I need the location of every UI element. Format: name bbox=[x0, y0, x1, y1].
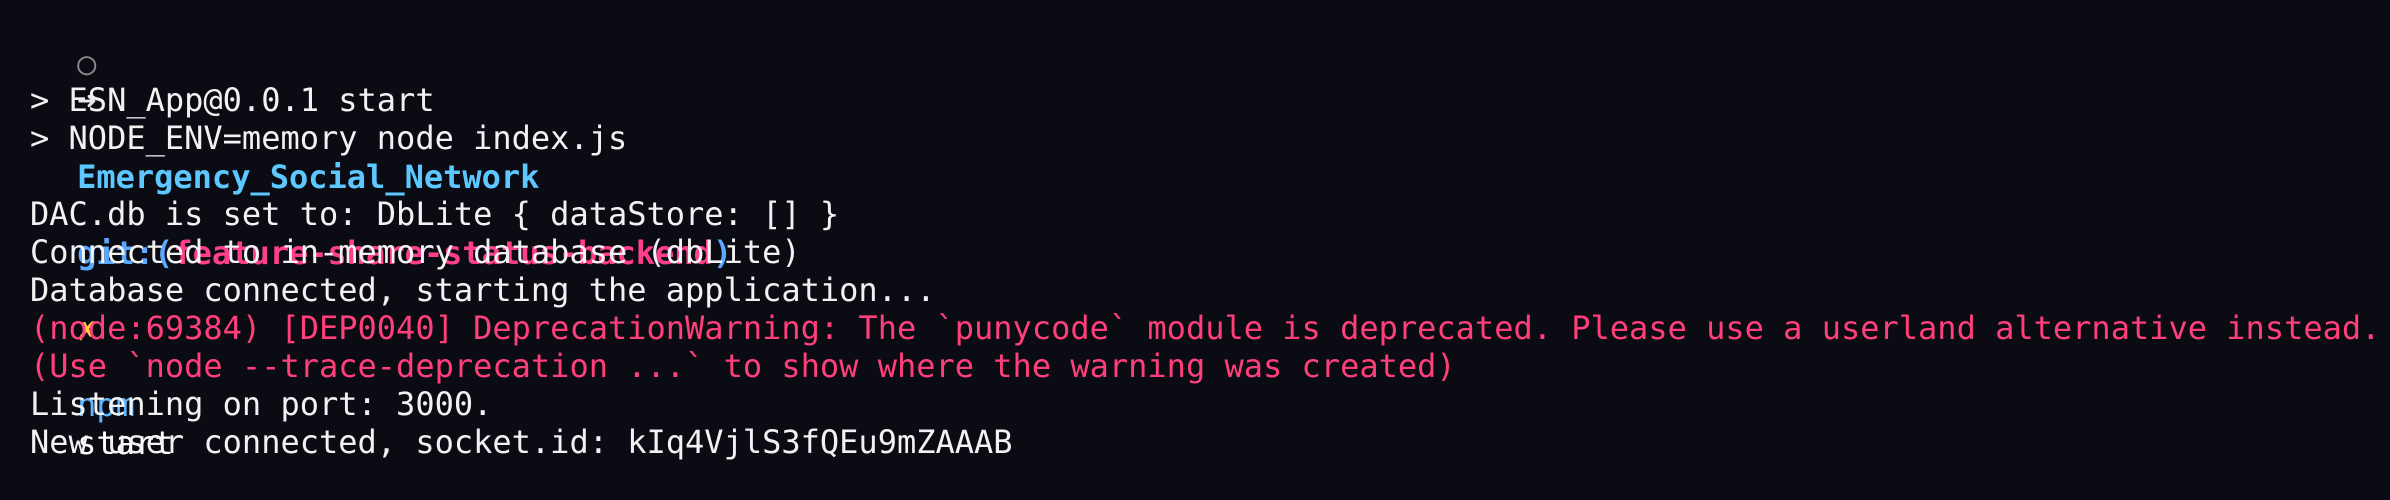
terminal-window[interactable]: ○ ➜ Emergency_Social_Network git:(featur… bbox=[0, 0, 2390, 466]
prompt-status-icon: ○ bbox=[77, 44, 97, 82]
output-line-4: Connected to in-memory database (dbLite) bbox=[30, 233, 801, 271]
output-line-5: Database connected, starting the applica… bbox=[30, 271, 936, 309]
shell-prompt: ○ ➜ Emergency_Social_Network git:(featur… bbox=[0, 6, 732, 462]
listening-port-line: Listening on port: 3000. bbox=[30, 385, 493, 423]
deprecation-hint-line: (Use `node --trace-deprecation ...` to s… bbox=[30, 347, 1456, 385]
output-line-2: > NODE_ENV=memory node index.js bbox=[30, 119, 628, 157]
user-connected-line: New user connected, socket.id: kIq4VjlS3… bbox=[30, 423, 1013, 461]
deprecation-warning-line: (node:69384) [DEP0040] DeprecationWarnin… bbox=[30, 309, 2381, 347]
output-line-3: DAC.db is set to: DbLite { dataStore: []… bbox=[30, 195, 840, 233]
prompt-directory: Emergency_Social_Network bbox=[77, 158, 540, 196]
output-line-1: > ESN_App@0.0.1 start bbox=[30, 81, 435, 119]
